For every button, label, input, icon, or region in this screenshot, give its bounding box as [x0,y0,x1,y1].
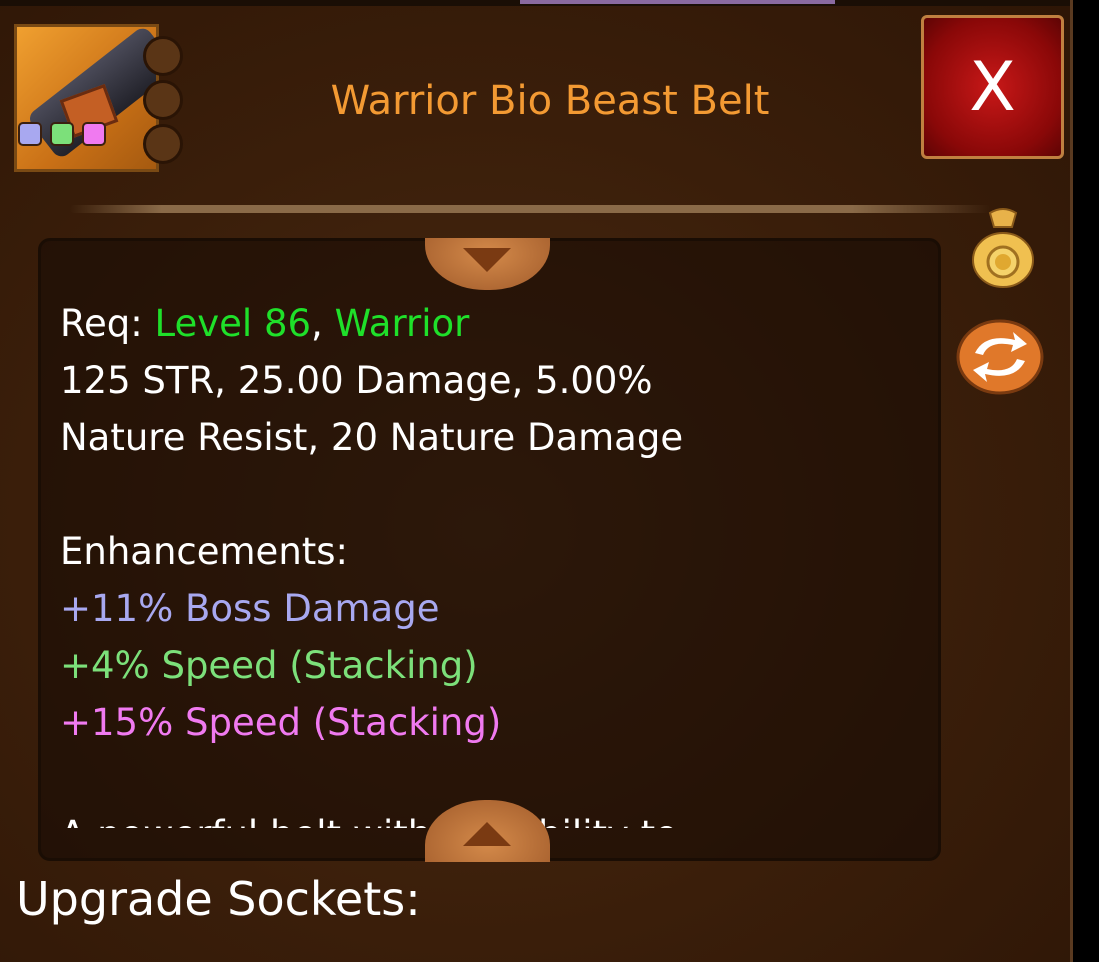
gem-slot-green [50,122,74,146]
item-stats-text: Req: Level 86, Warrior 125 STR, 25.00 Da… [60,295,920,751]
scroll-down-arrow-icon [463,248,511,272]
enhancement-item: +15% Speed (Stacking) [60,701,502,744]
close-button[interactable]: X [921,15,1064,159]
scroll-up-arrow-icon [463,822,511,846]
upgrade-sockets-label: Upgrade Sockets: [16,872,421,926]
item-title: Warrior Bio Beast Belt [330,78,770,124]
requirement-prefix: Req: [60,302,155,345]
item-detail-panel: Warrior Bio Beast Belt X Req: Level 86, … [0,0,1073,962]
header-divider [70,205,990,213]
swap-arrows-icon[interactable] [955,318,1045,396]
upgrade-socket-2 [143,80,183,120]
coin-bag-icon[interactable] [968,205,1038,290]
requirement-level: Level 86 [154,302,312,345]
top-bar-accent [520,0,835,4]
gem-slot-pink [82,122,106,146]
stats-line: Nature Resist, 20 Nature Damage [60,416,684,459]
upgrade-socket-3 [143,124,183,164]
enhancement-item: +4% Speed (Stacking) [60,644,478,687]
requirement-line: Req: Level 86, Warrior [60,295,920,352]
stats-line: 125 STR, 25.00 Damage, 5.00% [60,359,653,402]
requirement-class: Warrior [334,302,470,345]
enhancement-item: +11% Boss Damage [60,587,440,630]
upgrade-socket-1 [143,36,183,76]
enhancements-header: Enhancements: [60,530,349,573]
belt-item-icon [14,24,159,172]
gem-slot-blue [18,122,42,146]
requirement-separator: , [311,302,335,345]
